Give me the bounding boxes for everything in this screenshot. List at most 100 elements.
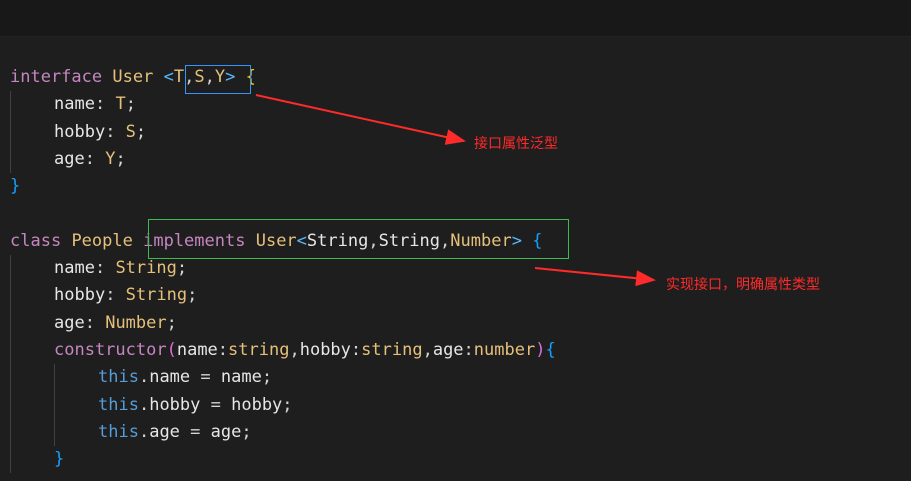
code-token: { xyxy=(545,339,556,360)
code-token: User xyxy=(255,230,297,251)
code-token: ; xyxy=(135,121,147,142)
code-token: Y xyxy=(214,67,226,87)
code-line[interactable]: } xyxy=(10,173,556,200)
code-token: interface xyxy=(10,67,103,87)
code-editor[interactable]: interface User <T,S,Y> {name: T; hobby: S… xyxy=(10,64,556,474)
code-token: string xyxy=(361,339,423,360)
code-token: String xyxy=(378,230,441,251)
code-line[interactable]: this.hobby = hobby; xyxy=(10,391,556,419)
code-line-content: age: Y; xyxy=(10,149,126,169)
code-line-content: name: T; xyxy=(10,94,136,114)
code-token: String xyxy=(115,258,177,279)
code-token: class xyxy=(10,230,62,251)
indent-guide xyxy=(10,364,11,392)
code-line[interactable]: this.age = age; xyxy=(10,418,556,447)
code-line-content: age: Number; xyxy=(10,313,177,333)
code-token: name xyxy=(176,339,218,360)
indent-guide xyxy=(10,255,11,283)
code-line-content: this.hobby = hobby; xyxy=(10,395,293,415)
indent-guide xyxy=(54,418,55,447)
indent-guide xyxy=(10,91,11,119)
code-line[interactable]: age: Number; xyxy=(10,309,556,337)
code-token: User xyxy=(112,67,154,87)
editor-tab-bar xyxy=(0,0,911,37)
code-token: < xyxy=(163,67,174,87)
code-token: ; xyxy=(125,94,136,115)
code-line[interactable]: name: T; xyxy=(10,91,556,119)
code-line[interactable]: constructor(name:string,hobby:string,age… xyxy=(10,336,556,365)
code-token: ; xyxy=(176,258,188,279)
code-line-content: name: String; xyxy=(10,258,187,278)
code-token: this xyxy=(98,394,139,415)
code-token: : xyxy=(94,94,116,115)
code-token: hobby xyxy=(54,121,106,142)
code-token: : xyxy=(94,258,116,279)
code-token: ; xyxy=(166,312,177,333)
code-line-content: this.age = age; xyxy=(10,422,252,442)
code-line[interactable]: interface User <T,S,Y> { xyxy=(10,64,556,91)
indent-guide xyxy=(10,446,11,474)
code-token: : xyxy=(84,148,106,169)
code-token: constructor xyxy=(54,339,167,360)
code-token: age xyxy=(54,148,85,169)
code-token: : xyxy=(350,339,362,360)
indent-guide xyxy=(10,336,11,365)
code-token: hobby xyxy=(54,285,106,306)
code-token: = xyxy=(190,367,221,388)
code-line[interactable]: hobby: String; xyxy=(10,282,556,310)
code-token: Number xyxy=(105,312,167,333)
indent-guide xyxy=(10,309,11,337)
code-token: : xyxy=(84,312,106,333)
code-line[interactable]: name: String; xyxy=(10,255,556,283)
code-token: . xyxy=(138,421,150,442)
code-token: . xyxy=(138,367,150,388)
code-token: , xyxy=(204,67,215,87)
code-token: implements xyxy=(143,230,246,251)
code-token: ; xyxy=(282,394,293,415)
code-line-content: } xyxy=(10,449,64,469)
code-line[interactable]: this.name = name; xyxy=(10,364,556,392)
indent-guide xyxy=(10,418,11,447)
code-token: < xyxy=(296,230,307,251)
code-token: age xyxy=(432,339,464,360)
code-token: : xyxy=(105,285,126,306)
code-token: ; xyxy=(241,421,252,442)
code-token: : xyxy=(105,121,126,142)
indent-guide xyxy=(10,145,11,174)
code-line[interactable] xyxy=(10,200,556,227)
indent-guide xyxy=(10,118,11,146)
code-token: ; xyxy=(115,148,126,169)
code-token: hobby xyxy=(299,339,351,360)
code-token: , xyxy=(289,339,300,360)
code-token: , xyxy=(422,339,433,360)
code-token: People xyxy=(71,230,133,251)
code-token: ) xyxy=(535,339,546,360)
code-line-content: hobby: S; xyxy=(10,122,146,142)
code-token: string xyxy=(228,339,290,360)
code-token: this xyxy=(98,367,139,388)
code-token: > xyxy=(511,230,522,251)
code-line[interactable]: } xyxy=(10,446,556,474)
code-line[interactable]: class People implements User<String,Stri… xyxy=(10,228,556,255)
code-line-content: interface User <T,S,Y> { xyxy=(10,67,256,87)
code-token: { xyxy=(532,230,543,251)
code-token: this xyxy=(98,421,139,442)
indent-guide xyxy=(54,391,55,419)
code-token: hobby xyxy=(149,394,201,415)
code-line-content: constructor(name:string,hobby:string,age… xyxy=(10,340,556,360)
code-token: = xyxy=(200,394,232,415)
code-token: } xyxy=(10,176,21,197)
code-token: S xyxy=(125,121,136,142)
code-token: = xyxy=(179,421,211,442)
code-line-content: class People implements User<String,Stri… xyxy=(10,231,542,251)
code-line-content: } xyxy=(10,176,20,196)
code-token: name xyxy=(54,258,95,279)
code-token: T xyxy=(115,94,126,115)
code-token: , xyxy=(440,230,451,251)
code-token: name xyxy=(149,367,191,388)
code-token: , xyxy=(184,67,195,87)
